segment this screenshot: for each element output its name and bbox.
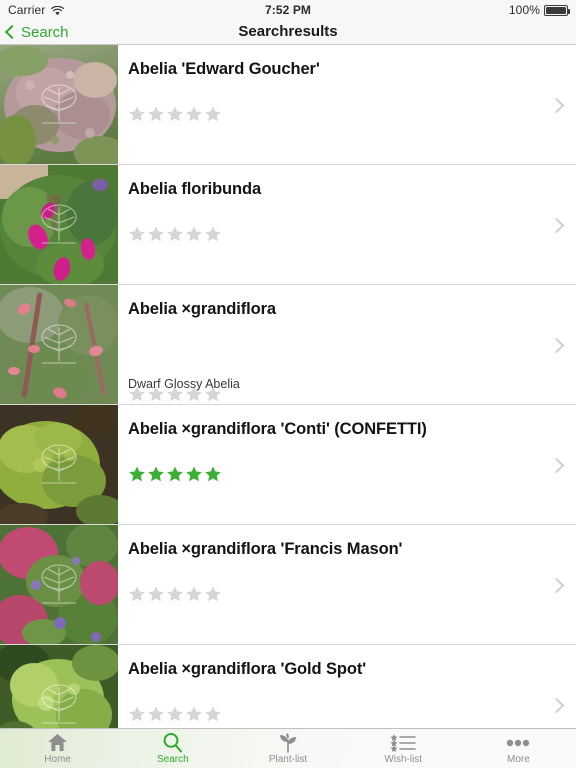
rating-stars[interactable] [128,225,222,243]
watermark-logo-icon [41,563,77,604]
star-icon[interactable] [128,585,146,603]
row-content: Abelia 'Edward Goucher' [128,45,536,164]
wifi-icon [51,5,65,16]
plant-common-name: Dwarf Glossy Abelia [128,377,240,391]
rating-stars[interactable] [128,705,222,723]
plant-name: Abelia ×grandiflora 'Francis Mason' [128,540,403,558]
star-icon[interactable] [147,705,165,723]
chevron-right-icon [548,697,565,713]
table-row[interactable]: Abelia 'Edward Goucher' [0,45,576,165]
star-icon[interactable] [128,225,146,243]
chevron-right-icon [548,217,565,233]
watermark-logo-icon [41,203,77,244]
navigation-bar: Search Searchresults [0,20,576,45]
star-icon[interactable] [204,585,222,603]
table-row[interactable]: Abelia ×grandiflora Dwarf Glossy Abelia [0,285,576,405]
star-icon[interactable] [147,105,165,123]
rating-stars[interactable] [128,465,222,483]
search-icon [162,732,183,753]
star-icon[interactable] [185,465,203,483]
ellipsis-icon [506,732,530,753]
star-icon[interactable] [166,705,184,723]
plant-name: Abelia floribunda [128,180,262,198]
chevron-right-icon [548,457,565,473]
row-content: Abelia ×grandiflora Dwarf Glossy Abelia [128,285,536,404]
tab-home[interactable]: Home [0,729,115,768]
rating-stars[interactable] [128,585,222,603]
star-icon[interactable] [185,225,203,243]
star-icon[interactable] [147,225,165,243]
page-title: Searchresults [238,23,338,40]
status-bar: Carrier 7:52 PM 100% [0,0,576,20]
tab-home-label: Home [44,754,71,765]
star-icon[interactable] [204,465,222,483]
home-icon [47,732,68,753]
plant-thumbnail [0,285,118,404]
table-row[interactable]: Abelia ×grandiflora 'Conti' (CONFETTI) [0,405,576,525]
star-icon[interactable] [128,465,146,483]
star-icon[interactable] [185,705,203,723]
app-screen: Carrier 7:52 PM 100% Search Searchresult… [0,0,576,768]
row-content: Abelia ×grandiflora 'Francis Mason' [128,525,536,644]
search-results-list[interactable]: Abelia 'Edward Goucher' Abelia floribund… [0,45,576,728]
star-icon[interactable] [128,705,146,723]
star-list-icon [390,732,416,753]
watermark-logo-icon [41,683,77,724]
plant-thumbnail [0,645,118,728]
watermark-logo-icon [41,443,77,484]
battery-percent-label: 100% [508,3,540,17]
star-icon[interactable] [185,585,203,603]
tab-wish-list-label: Wish-list [384,754,423,765]
star-icon[interactable] [204,105,222,123]
tab-wish-list[interactable]: Wish-list [346,729,461,768]
status-bar-left: Carrier [8,3,65,17]
watermark-logo-icon [41,323,77,364]
sprout-icon [276,732,300,753]
tab-plant-list[interactable]: Plant-list [230,729,345,768]
tab-bar: Home Search Plant-list Wish-list More [0,728,576,768]
star-icon[interactable] [185,105,203,123]
tab-plant-list-label: Plant-list [268,754,308,765]
carrier-label: Carrier [8,3,46,17]
plant-name: Abelia ×grandiflora 'Gold Spot' [128,660,367,678]
rating-stars[interactable] [128,105,222,123]
tab-search-label: Search [156,754,189,765]
tab-more-label: More [507,754,530,765]
star-icon[interactable] [166,225,184,243]
plant-thumbnail [0,165,118,284]
star-icon[interactable] [166,105,184,123]
star-icon[interactable] [166,465,184,483]
plant-thumbnail [0,525,118,644]
star-icon[interactable] [166,585,184,603]
battery-fill [546,6,566,14]
status-bar-clock: 7:52 PM [264,3,312,17]
tab-more[interactable]: More [461,729,576,768]
chevron-right-icon [548,337,565,353]
table-row[interactable]: Abelia floribunda [0,165,576,285]
row-content: Abelia ×grandiflora 'Gold Spot' [128,645,536,728]
star-icon[interactable] [204,225,222,243]
star-icon[interactable] [147,585,165,603]
chevron-right-icon [548,97,565,113]
plant-thumbnail [0,45,118,164]
chevron-right-icon [548,577,565,593]
star-icon[interactable] [128,105,146,123]
row-content: Abelia floribunda [128,165,536,284]
star-icon[interactable] [204,705,222,723]
row-content: Abelia ×grandiflora 'Conti' (CONFETTI) [128,405,536,524]
star-icon[interactable] [147,465,165,483]
tab-search[interactable]: Search [115,729,230,768]
battery-icon [544,4,570,16]
table-row[interactable]: Abelia ×grandiflora 'Gold Spot' [0,645,576,728]
plant-name: Abelia 'Edward Goucher' [128,60,320,78]
plant-thumbnail [0,405,118,524]
plant-name: Abelia ×grandiflora 'Conti' (CONFETTI) [128,420,427,438]
status-bar-right: 100% [508,3,570,17]
watermark-logo-icon [41,83,77,124]
plant-name: Abelia ×grandiflora [128,300,277,318]
table-row[interactable]: Abelia ×grandiflora 'Francis Mason' [0,525,576,645]
